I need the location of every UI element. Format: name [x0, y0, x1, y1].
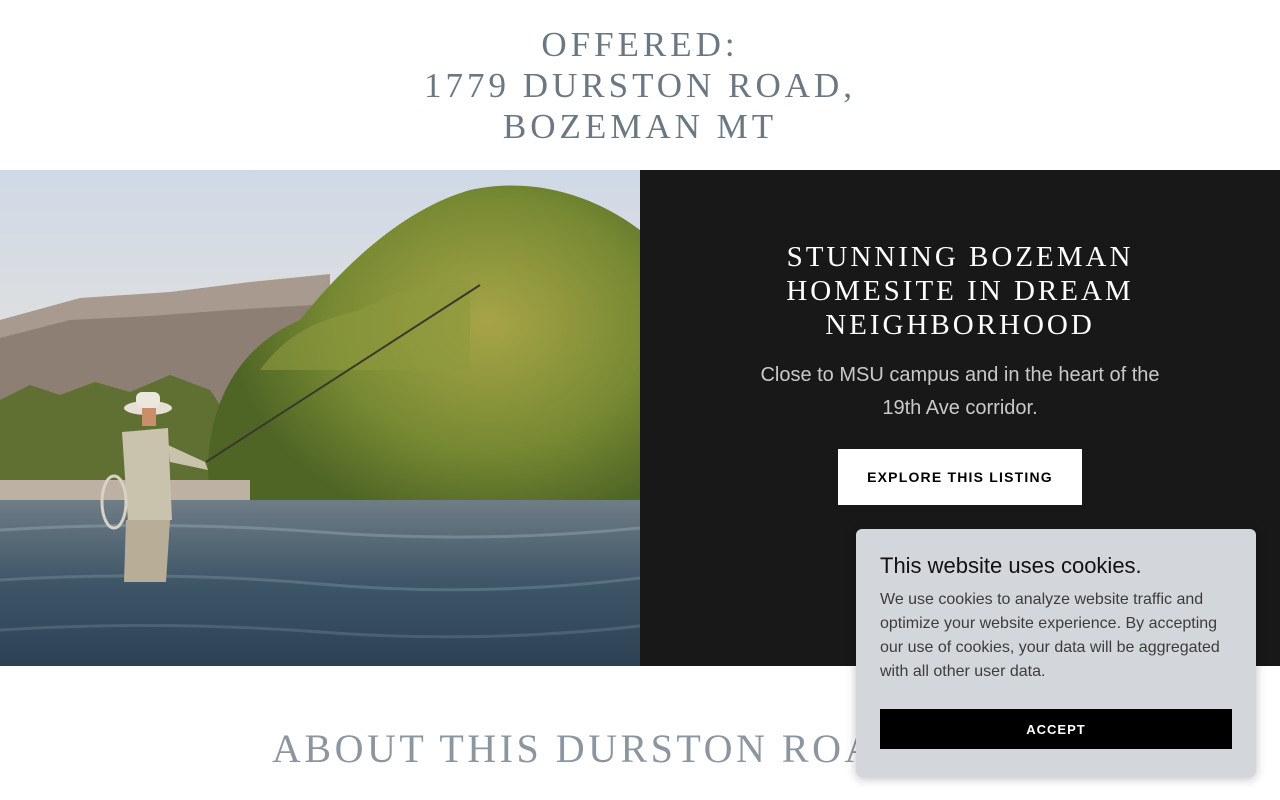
- title-line-address: 1779 DURSTON ROAD,: [423, 66, 857, 105]
- explore-listing-button[interactable]: EXPLORE THIS LISTING: [838, 449, 1082, 505]
- fly-fishing-river-photo-icon: [0, 170, 640, 666]
- hero-subtext: Close to MSU campus and in the heart of …: [760, 364, 1160, 419]
- cookie-banner-title: This website uses cookies.: [880, 553, 1142, 578]
- page-header: OFFERED: 1779 DURSTON ROAD, BOZEMAN MT: [0, 0, 1280, 170]
- hero-photo: [0, 170, 640, 666]
- accept-cookies-button[interactable]: ACCEPT: [880, 709, 1232, 749]
- cookie-banner-text: We use cookies to analyze website traffi…: [880, 591, 1220, 680]
- title-line-city: BOZEMAN MT: [502, 107, 778, 146]
- hero-heading: STUNNING BOZEMAN HOMESITE IN DREAM NEIGH…: [786, 241, 1134, 341]
- cookie-banner: This website uses cookies. We use cookie…: [856, 529, 1256, 777]
- title-line-offered: OFFERED:: [541, 25, 739, 64]
- page-title: OFFERED: 1779 DURSTON ROAD, BOZEMAN MT: [0, 0, 1280, 147]
